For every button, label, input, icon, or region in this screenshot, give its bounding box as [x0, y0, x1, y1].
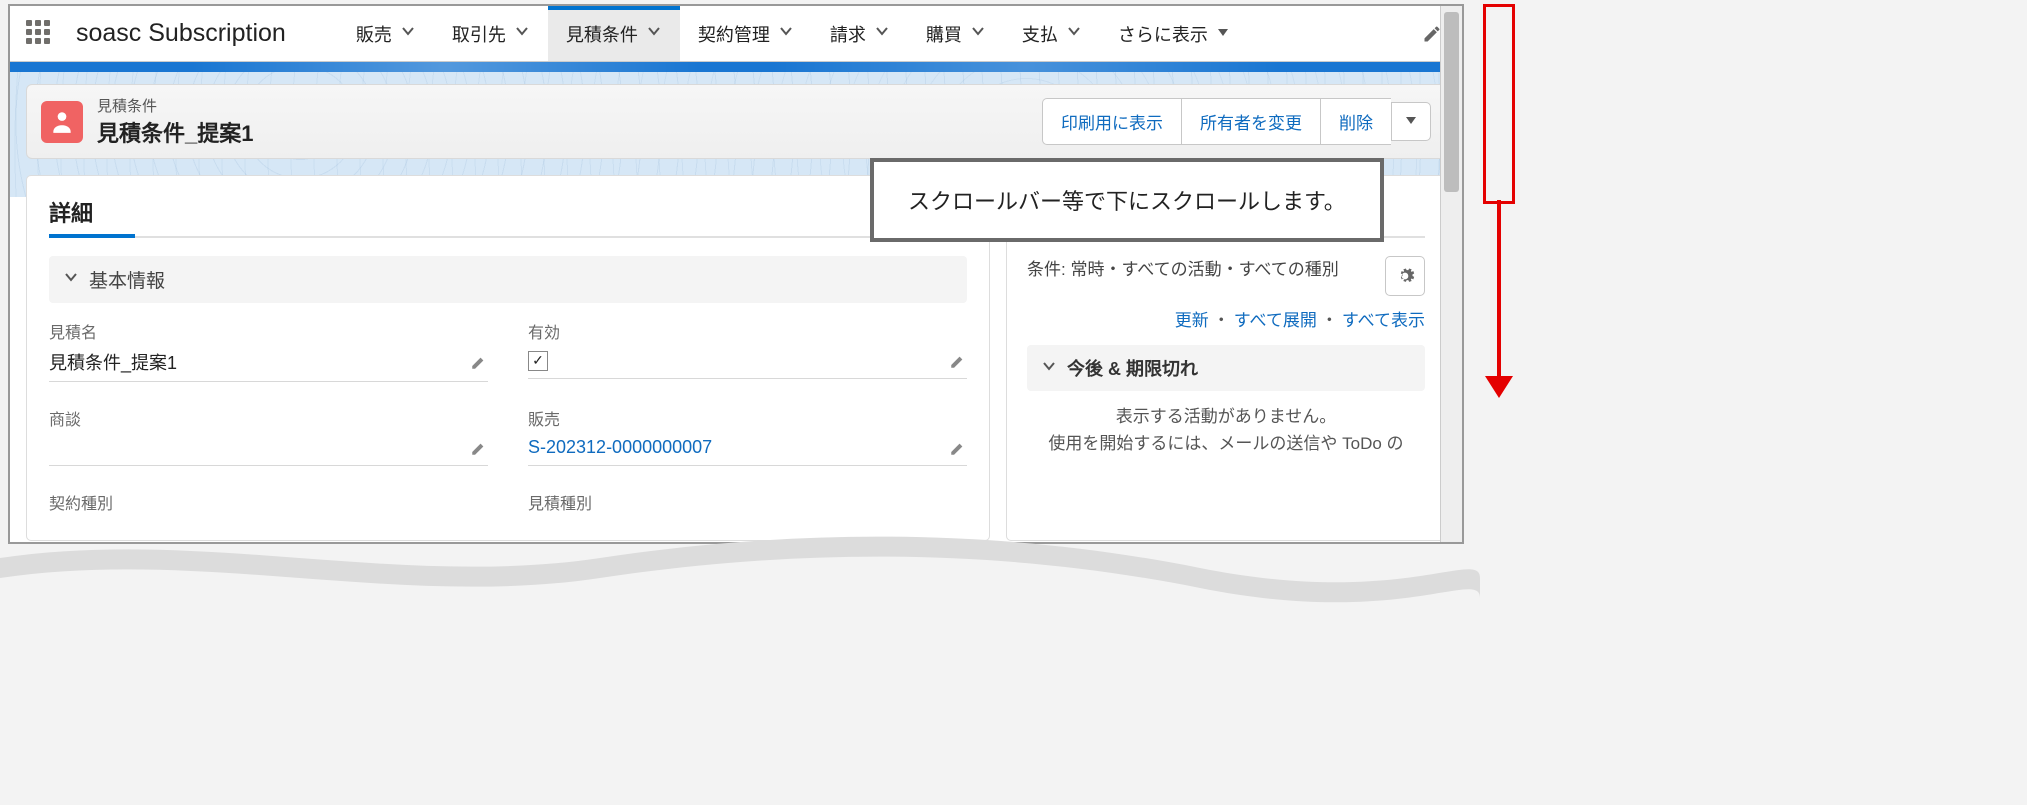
- record-name: 見積条件_提案1: [97, 116, 253, 148]
- nav-item-sales[interactable]: 販売: [338, 6, 434, 61]
- instruction-callout: スクロールバー等で下にスクロールします。: [870, 158, 1384, 242]
- app-window: soasc Subscription 販売 取引先 見積条件 契約管理 請求 購…: [8, 4, 1464, 544]
- edit-icon[interactable]: [470, 353, 488, 371]
- upcoming-overdue-section[interactable]: 今後 & 期限切れ: [1027, 345, 1425, 391]
- nav-item-contracts[interactable]: 契約管理: [680, 6, 812, 61]
- scrollbar-thumb[interactable]: [1444, 12, 1459, 192]
- activity-filter: 条件: 常時・すべての活動・すべての種別: [1027, 256, 1425, 285]
- sales-link[interactable]: S-202312-0000000007: [528, 437, 712, 458]
- detail-panel: 詳細 基本情報 見積名 見積条件_提案1 有効 ✓: [26, 175, 990, 541]
- activity-settings-button[interactable]: [1385, 256, 1425, 296]
- field-contract-type: 契約種別: [49, 490, 488, 520]
- bottom-fade-wave: [0, 528, 1480, 648]
- expand-all-link[interactable]: すべて展開: [1234, 311, 1317, 330]
- object-label: 見積条件: [97, 95, 253, 116]
- chevron-down-icon: [1041, 358, 1057, 379]
- record-type-icon: [41, 101, 83, 143]
- record-header: 見積条件 見積条件_提案1 印刷用に表示 所有者を変更 削除: [26, 84, 1446, 159]
- field-quote-name: 見積名 見積条件_提案1: [49, 319, 488, 382]
- print-button[interactable]: 印刷用に表示: [1042, 98, 1181, 145]
- valid-checkbox: ✓: [528, 351, 548, 371]
- change-owner-button[interactable]: 所有者を変更: [1181, 98, 1320, 145]
- edit-icon[interactable]: [949, 439, 967, 457]
- field-sales: 販売 S-202312-0000000007: [528, 406, 967, 466]
- scroll-arrow: [1497, 200, 1501, 380]
- nav-item-payment[interactable]: 支払: [1004, 6, 1100, 61]
- brand-strip: [10, 62, 1462, 72]
- scroll-arrow-head: [1485, 376, 1513, 398]
- nav-items: 販売 取引先 見積条件 契約管理 請求 購買 支払 さらに表示: [338, 6, 1422, 61]
- nav-item-more[interactable]: さらに表示: [1100, 6, 1248, 61]
- gear-icon: [1395, 266, 1415, 286]
- nav-item-accounts[interactable]: 取引先: [434, 6, 548, 61]
- nav-item-quote-conditions[interactable]: 見積条件: [548, 6, 680, 61]
- no-activities-message: 表示する活動がありません。 使用を開始するには、メールの送信や ToDo の: [1027, 403, 1425, 457]
- detail-tab[interactable]: 詳細: [49, 196, 967, 238]
- more-actions-button[interactable]: [1391, 102, 1431, 141]
- global-nav: soasc Subscription 販売 取引先 見積条件 契約管理 請求 購…: [10, 6, 1462, 62]
- action-bar: 印刷用に表示 所有者を変更 削除: [1042, 98, 1431, 145]
- show-all-link[interactable]: すべて表示: [1342, 311, 1425, 330]
- activity-links: 更新・すべて展開・すべて表示: [1027, 306, 1425, 331]
- edit-icon[interactable]: [949, 352, 967, 370]
- scrollbar-highlight: [1483, 4, 1515, 204]
- edit-icon[interactable]: [470, 439, 488, 457]
- field-quote-type: 見積種別: [528, 490, 967, 520]
- scrollbar-track[interactable]: [1440, 6, 1462, 542]
- section-basic-info[interactable]: 基本情報: [49, 256, 967, 303]
- app-launcher-icon[interactable]: [26, 20, 54, 48]
- edit-nav-icon[interactable]: [1422, 24, 1442, 44]
- refresh-link[interactable]: 更新: [1175, 311, 1209, 330]
- chevron-down-icon: [63, 269, 79, 291]
- nav-item-purchase[interactable]: 購買: [908, 6, 1004, 61]
- app-title: soasc Subscription: [76, 19, 286, 48]
- field-valid: 有効 ✓: [528, 319, 967, 382]
- nav-item-billing[interactable]: 請求: [812, 6, 908, 61]
- delete-button[interactable]: 削除: [1320, 98, 1391, 145]
- field-opportunity: 商談: [49, 406, 488, 466]
